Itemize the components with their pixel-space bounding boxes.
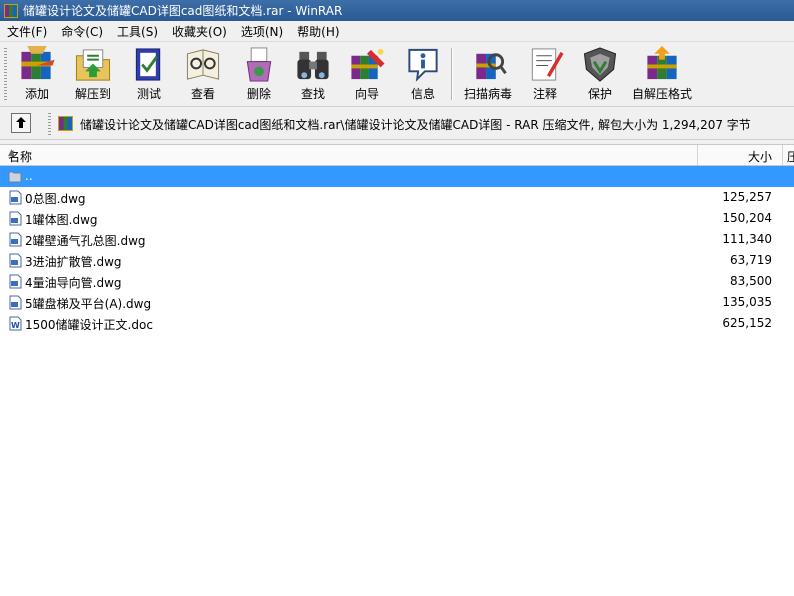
info-icon	[408, 48, 438, 82]
column-size-header[interactable]: 大小	[698, 145, 783, 165]
list-item[interactable]: W 1500储罐设计正文.doc 625,152	[0, 313, 794, 334]
menu-commands[interactable]: 命令(C)	[54, 23, 110, 40]
column-packed-label: 压	[787, 150, 794, 164]
address-grip[interactable]	[48, 113, 51, 135]
file-list[interactable]: .. 0总图.dwg 125,257 1罐体图.dwg 150,204 2罐壁通…	[0, 166, 794, 596]
extract-to-icon	[75, 49, 111, 81]
comment-label: 注释	[532, 87, 557, 101]
virus-scan-icon	[476, 53, 507, 80]
dwg-file-icon	[9, 190, 22, 205]
extract-to-button[interactable]: 解压到	[70, 44, 116, 102]
delete-icon	[246, 47, 272, 82]
file-name: 1500储罐设计正文.doc	[25, 318, 153, 332]
file-name: ..	[25, 169, 33, 183]
column-packed-header[interactable]: 压	[784, 145, 794, 165]
comment-icon	[531, 48, 564, 81]
up-folder-button[interactable]	[11, 113, 31, 133]
menu-favorites[interactable]: 收藏夹(O)	[165, 23, 234, 40]
file-name: 2罐壁通气孔总图.dwg	[25, 234, 146, 248]
column-name-header[interactable]: 名称 ▲	[0, 145, 698, 165]
protect-label: 保护	[587, 87, 612, 101]
toolbar: 添加 解压到 测试 查看 删除 查找 向导 信息 扫描病毒 注释 保护 自解压格…	[0, 41, 794, 107]
add-icon	[21, 46, 55, 80]
dwg-file-icon	[9, 253, 22, 268]
protect-button[interactable]: 保护	[577, 44, 623, 102]
window-title: 储罐设计论文及储罐CAD详图cad图纸和文档.rar - WinRAR	[23, 4, 343, 18]
find-label: 查找	[300, 87, 325, 101]
sfx-button[interactable]: 自解压格式	[630, 44, 694, 102]
column-size-label: 大小	[747, 150, 772, 164]
list-item[interactable]: 0总图.dwg 125,257	[0, 187, 794, 208]
file-name: 4量油导向管.dwg	[25, 276, 122, 290]
dwg-file-icon	[9, 274, 22, 289]
list-item[interactable]: 3进油扩散管.dwg 63,719	[0, 250, 794, 271]
list-item[interactable]: 1罐体图.dwg 150,204	[0, 208, 794, 229]
file-name: 5罐盘梯及平台(A).dwg	[25, 297, 152, 311]
test-button[interactable]: 测试	[126, 44, 172, 102]
file-size: 150,204	[722, 211, 772, 225]
list-item[interactable]: 2罐壁通气孔总图.dwg 111,340	[0, 229, 794, 250]
archive-icon	[58, 116, 73, 131]
toolbar-grip[interactable]	[4, 48, 7, 100]
address-bar: 储罐设计论文及储罐CAD详图cad图纸和文档.rar\储罐设计论文及储罐CAD详…	[0, 107, 794, 140]
view-icon	[186, 49, 220, 80]
wizard-button[interactable]: 向导	[344, 44, 390, 102]
virus-scan-button[interactable]: 扫描病毒	[460, 44, 516, 102]
sfx-icon	[647, 46, 677, 80]
file-size: 83,500	[730, 274, 772, 288]
list-item[interactable]: 5罐盘梯及平台(A).dwg 135,035	[0, 292, 794, 313]
file-name: 0总图.dwg	[25, 192, 86, 206]
menu-tools[interactable]: 工具(S)	[110, 23, 165, 40]
binoculars-icon	[297, 51, 329, 80]
file-size: 63,719	[730, 253, 772, 267]
file-size: 111,340	[722, 232, 772, 246]
wizard-icon	[351, 48, 385, 80]
file-name: 3进油扩散管.dwg	[25, 255, 122, 269]
menu-file[interactable]: 文件(F)	[0, 23, 54, 40]
title-bar: 储罐设计论文及储罐CAD详图cad图纸和文档.rar - WinRAR	[0, 0, 794, 21]
shield-icon	[583, 47, 617, 82]
winrar-app-icon	[4, 3, 18, 18]
file-size: 125,257	[722, 190, 772, 204]
file-name: 1罐体图.dwg	[25, 213, 98, 227]
file-size: 135,035	[722, 295, 772, 309]
info-button[interactable]: 信息	[400, 44, 446, 102]
file-size: 625,152	[722, 316, 772, 330]
view-label: 查看	[190, 87, 215, 101]
list-item[interactable]: 4量油导向管.dwg 83,500	[0, 271, 794, 292]
menu-bar: 文件(F) 命令(C) 工具(S) 收藏夹(O) 选项(N) 帮助(H)	[0, 21, 794, 41]
view-button[interactable]: 查看	[180, 44, 226, 102]
sort-ascending-icon: ▲	[8, 148, 15, 158]
find-button[interactable]: 查找	[290, 44, 336, 102]
dwg-file-icon	[9, 211, 22, 226]
menu-options[interactable]: 选项(N)	[234, 23, 290, 40]
folder-up-icon	[8, 171, 22, 183]
svg-text:W: W	[11, 321, 20, 330]
extract-to-label: 解压到	[74, 87, 111, 101]
up-arrow-icon	[16, 117, 26, 128]
add-button[interactable]: 添加	[14, 44, 60, 102]
test-label: 测试	[136, 87, 161, 101]
address-path[interactable]: 储罐设计论文及储罐CAD详图cad图纸和文档.rar\储罐设计论文及储罐CAD详…	[80, 116, 751, 133]
info-label: 信息	[410, 87, 435, 101]
dwg-file-icon	[9, 295, 22, 310]
test-icon	[135, 48, 161, 81]
virus-scan-label: 扫描病毒	[463, 87, 512, 101]
column-header: 名称 ▲ 大小 压	[0, 144, 794, 166]
delete-label: 删除	[246, 87, 271, 101]
dwg-file-icon	[9, 232, 22, 247]
add-label: 添加	[24, 87, 49, 101]
list-item-parent[interactable]: ..	[0, 166, 794, 187]
menu-help[interactable]: 帮助(H)	[290, 23, 346, 40]
toolbar-separator	[451, 48, 453, 100]
wizard-label: 向导	[354, 87, 379, 101]
delete-button[interactable]: 删除	[236, 44, 282, 102]
comment-button[interactable]: 注释	[522, 44, 568, 102]
doc-file-icon: W	[9, 316, 22, 331]
sfx-label: 自解压格式	[631, 87, 692, 101]
